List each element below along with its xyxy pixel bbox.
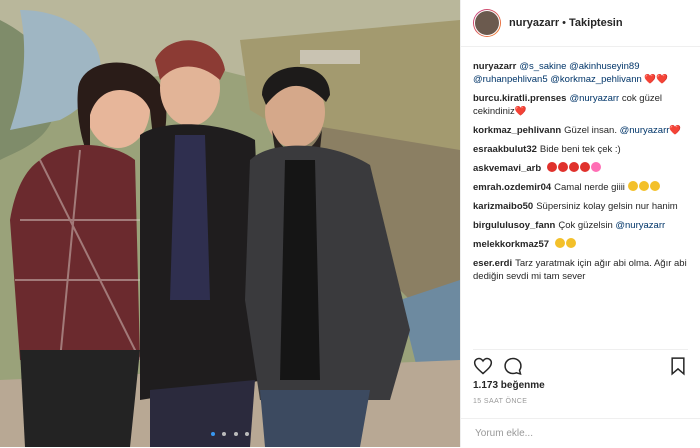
- comment: karizmaibo50 Süpersiniz kolay gelsin nur …: [473, 200, 692, 213]
- carousel-dot: [222, 432, 227, 436]
- comment-username[interactable]: karizmaibo50: [473, 201, 533, 212]
- carousel-dot: [210, 432, 215, 436]
- comment: korkmaz_pehlivann Güzel insan. @nuryazarr…: [473, 124, 692, 137]
- comment: eser.erdi Tarz yaratmak için ağır abi olm…: [473, 257, 692, 283]
- comment: esraakbulut32 Bide beni tek çek :): [473, 143, 692, 156]
- mention-link[interactable]: @s_sakine: [519, 61, 566, 72]
- comment-username[interactable]: eser.erdi: [473, 258, 512, 269]
- post-photo[interactable]: [0, 0, 460, 447]
- comment-username[interactable]: esraakbulut32: [473, 144, 537, 155]
- smile-emoji-icon: [554, 238, 565, 249]
- post-timestamp[interactable]: 15 SAAT ÖNCE: [473, 398, 527, 405]
- comment-input[interactable]: [473, 427, 677, 440]
- comment: askvemavi_arb: [473, 162, 692, 175]
- carousel-indicator: [0, 423, 460, 441]
- comment: burcu.kiratli.prenses @nuryazarr cok güze…: [473, 92, 692, 118]
- comment: emrah.ozdemir04 Camal nerde giiii: [473, 181, 692, 194]
- comment-username[interactable]: nuryazarr: [473, 61, 516, 72]
- laughing-emoji-icon: [627, 181, 638, 192]
- comment: nuryazarr @s_sakine @akinhuseyin89 @ruhan…: [473, 60, 692, 86]
- comment-text: Güzel insan. @nuryazarr❤️: [564, 125, 682, 136]
- emoji-row: [546, 162, 602, 175]
- mention-link[interactable]: @nuryazarr: [615, 220, 665, 231]
- heart-eyes-emoji-icon: [568, 162, 579, 172]
- comment-username[interactable]: emrah.ozdemir04: [473, 182, 551, 193]
- instagram-post: nuryazarr • Takiptesin nuryazarr @s_sakin…: [0, 0, 700, 447]
- avatar[interactable]: [473, 9, 501, 37]
- smile-emoji-icon: [565, 238, 576, 249]
- carousel-dot: [233, 432, 238, 436]
- emoji-row: [627, 181, 661, 194]
- header-separator: •: [562, 17, 566, 29]
- flower-emoji-icon: [590, 162, 601, 172]
- carousel-dot: [245, 432, 250, 436]
- mention-link[interactable]: @akinhuseyin89: [569, 61, 639, 72]
- comment: birgululusoy_fann Çok güzelsin @nuryazarr: [473, 219, 692, 232]
- post-header: nuryazarr • Takiptesin: [461, 0, 700, 47]
- photo-scene: [0, 0, 460, 447]
- comment-username[interactable]: birgululusoy_fann: [473, 220, 555, 231]
- bookmark-icon[interactable]: [668, 356, 688, 376]
- laughing-emoji-icon: [638, 181, 649, 192]
- heart-eyes-emoji-icon: [579, 162, 590, 172]
- emoji-row: [554, 238, 577, 251]
- mention-link[interactable]: @ruhanpehlivan5: [473, 74, 548, 85]
- mention-link[interactable]: @nuryazarr: [620, 125, 670, 136]
- comment-bubble-icon[interactable]: [503, 356, 523, 376]
- comment-text: Bide beni tek çek :): [539, 144, 621, 155]
- comment-username[interactable]: melekkorkmaz57: [473, 239, 549, 250]
- heart-eyes-emoji-icon: [557, 162, 568, 172]
- comment-text: Camal nerde giiii: [554, 182, 625, 194]
- comment-username[interactable]: korkmaz_pehlivann: [473, 125, 561, 136]
- header-username[interactable]: nuryazarr: [509, 17, 559, 29]
- comment-text: Süpersiniz kolay gelsin nur hanim: [536, 201, 678, 213]
- laughing-emoji-icon: [649, 181, 660, 192]
- comment-username[interactable]: burcu.kiratli.prenses: [473, 93, 566, 104]
- follow-status[interactable]: Takiptesin: [569, 17, 623, 29]
- comment: melekkorkmaz57: [473, 238, 692, 251]
- post-actions: [473, 349, 688, 378]
- mention-link[interactable]: @korkmaz_pehlivann: [550, 74, 642, 85]
- avatar-image: [474, 10, 500, 36]
- comment-username[interactable]: askvemavi_arb: [473, 163, 541, 174]
- comments-list: nuryazarr @s_sakine @akinhuseyin89 @ruhan…: [473, 60, 692, 343]
- heart-eyes-emoji-icon: [546, 162, 557, 172]
- add-comment-bar: [461, 418, 700, 448]
- heart-icon[interactable]: [473, 356, 493, 376]
- mention-link[interactable]: @nuryazarr: [569, 93, 619, 104]
- like-count[interactable]: 1.173 beğenme: [473, 380, 545, 391]
- post-sidebar: nuryazarr • Takiptesin nuryazarr @s_sakin…: [460, 0, 700, 447]
- comment-text: Çok güzelsin @nuryazarr: [558, 220, 666, 232]
